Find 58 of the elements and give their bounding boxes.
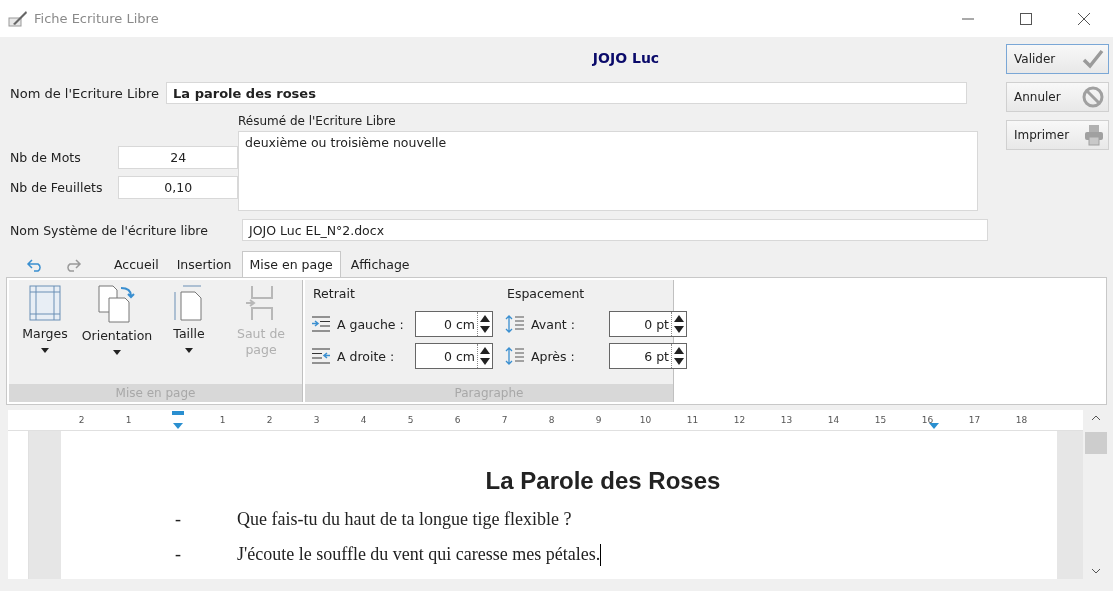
field-label: Nb de Mots (10, 150, 82, 165)
window-title: Fiche Ecriture Libre (34, 11, 160, 26)
line-spacing-icon (505, 314, 525, 334)
ribbon-tab[interactable]: Mise en page (241, 251, 341, 277)
action-button[interactable]: Annuler (1006, 82, 1109, 112)
section-title: Espacement (507, 286, 586, 301)
quill-icon (8, 9, 28, 28)
number-field[interactable]: 24 (118, 146, 238, 169)
action-button[interactable]: Valider (1006, 44, 1109, 74)
indent-left-icon (311, 316, 331, 332)
action-button[interactable]: Imprimer (1006, 120, 1109, 150)
filename-field[interactable]: JOJO Luc EL_N°2.docx (242, 219, 988, 241)
number-field[interactable]: 0,10 (118, 176, 238, 199)
ribbon-button[interactable]: Orientation (81, 280, 153, 384)
ribbon-tab[interactable]: Affichage (342, 251, 418, 277)
field-label: Après : (531, 348, 576, 364)
caret-icon (185, 348, 193, 353)
text-cursor (600, 544, 602, 566)
ruler: 2 1 1 2 3 4 5 6 7 8 9 10 11 12 13 14 15 16 17 18 (8, 410, 1083, 431)
field-label: Nom Système de l'écriture libre (10, 222, 209, 238)
indent-right-icon (311, 348, 331, 364)
list-bullet: - (175, 509, 182, 530)
spin-field[interactable]: 0 cm (415, 311, 493, 337)
ribbon-button[interactable]: Taille (153, 280, 225, 384)
field-label: Nb de Feuillets (10, 180, 104, 195)
maximize-icon (1020, 12, 1032, 25)
field-label: Nom de l'Ecriture Libre (10, 85, 160, 101)
list-bullet: - (175, 544, 182, 566)
ribbon-tab[interactable]: Accueil (106, 251, 167, 277)
spin-field[interactable]: 6 pt (609, 343, 687, 369)
spin-field[interactable]: 0 cm (415, 343, 493, 369)
field-label: Résumé de l'Ecriture Libre (238, 114, 397, 128)
document-title: La Parole des Roses (484, 467, 722, 495)
name-field[interactable]: La parole des roses (166, 82, 968, 104)
close-icon (1078, 12, 1090, 25)
undo-icon[interactable] (26, 258, 44, 272)
caret-icon (113, 350, 121, 355)
spin-field[interactable]: 0 pt (609, 311, 687, 337)
ribbon-button[interactable]: Marges (9, 280, 81, 384)
author-name: JOJO Luc (592, 50, 660, 66)
document-line: Que fais-tu du haut de ta longue tige flexible ? (237, 509, 572, 530)
printer-icon (1084, 124, 1104, 146)
check-icon (1082, 49, 1104, 69)
scroll-thumb[interactable] (1084, 432, 1107, 454)
margins-icon (28, 284, 62, 322)
prohibited-icon (1082, 86, 1104, 108)
page-size-icon (173, 284, 205, 322)
section-title: Retrait (313, 286, 356, 301)
indent-marker[interactable] (172, 411, 184, 429)
summary-field[interactable]: deuxième ou troisième nouvelle (238, 131, 978, 211)
caret-icon (41, 348, 49, 353)
line-spacing-icon (505, 346, 525, 366)
field-label: A droite : (337, 348, 396, 364)
field-label: A gauche : (337, 316, 405, 332)
orientation-icon (97, 284, 137, 324)
field-label: Avant : (531, 316, 576, 332)
document-line: J'écoute le souffle du vent qui caresse mes pétales. (237, 544, 601, 566)
ribbon-tab[interactable]: Insertion (168, 251, 240, 277)
